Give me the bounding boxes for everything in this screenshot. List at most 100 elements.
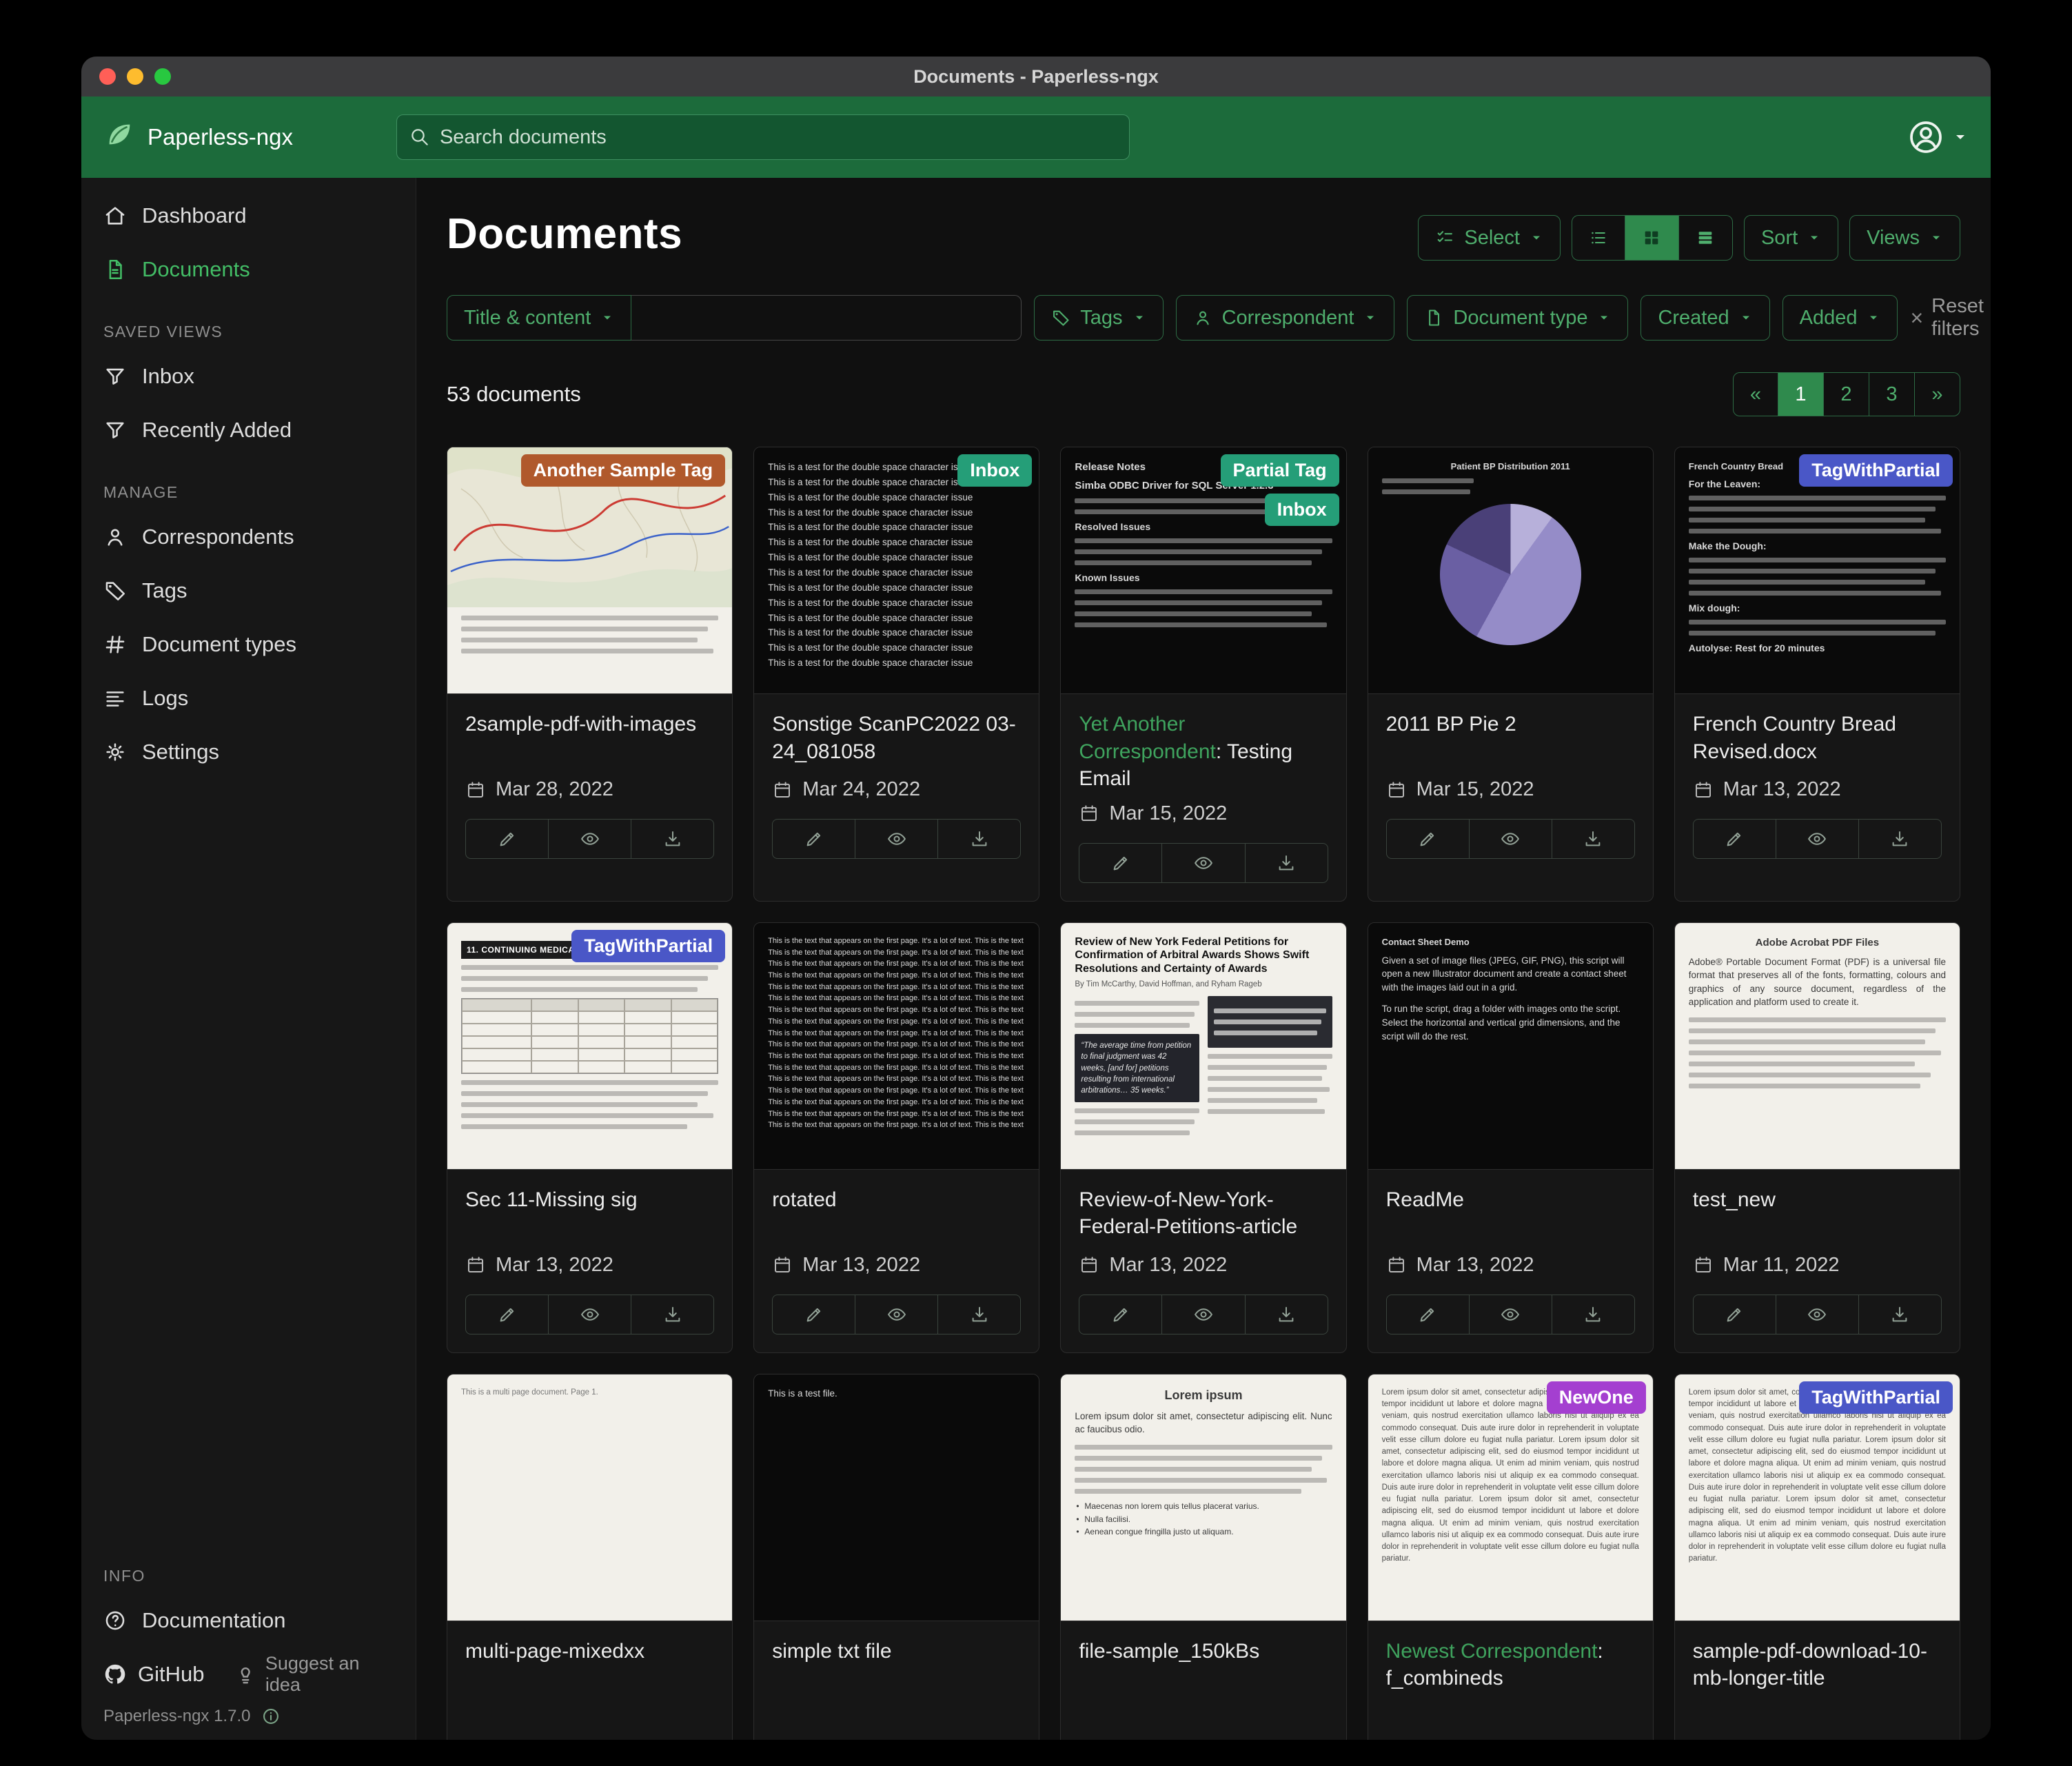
document-card[interactable]: 11. CONTINUING MEDICAL EDUCA TagWithPart… bbox=[447, 922, 733, 1353]
document-title[interactable]: Sec 11-Missing sig bbox=[465, 1186, 714, 1244]
edit-button[interactable] bbox=[772, 1295, 855, 1334]
document-card[interactable]: Lorem ipsum dolor sit amet, consectetur … bbox=[1674, 1374, 1960, 1740]
document-thumbnail[interactable]: Lorem ipsumLorem ipsum dolor sit amet, c… bbox=[1061, 1374, 1345, 1621]
view-button[interactable] bbox=[1470, 1295, 1552, 1334]
document-thumbnail[interactable]: Lorem ipsum dolor sit amet, consectetur … bbox=[1368, 1374, 1653, 1621]
edit-button[interactable] bbox=[1079, 1295, 1162, 1334]
list-view-button[interactable] bbox=[1572, 215, 1625, 261]
close-window-button[interactable] bbox=[99, 68, 116, 85]
document-card[interactable]: This is a test for the double space char… bbox=[753, 447, 1039, 902]
created-filter-button[interactable]: Created bbox=[1641, 295, 1769, 341]
tag-badge[interactable]: Another Sample Tag bbox=[521, 454, 726, 487]
document-title[interactable]: simple txt file bbox=[772, 1638, 1021, 1696]
download-button[interactable] bbox=[1552, 819, 1635, 859]
zoom-window-button[interactable] bbox=[154, 68, 171, 85]
document-thumbnail[interactable]: French Country BreadFor the Leaven:Make … bbox=[1675, 447, 1960, 694]
view-button[interactable] bbox=[549, 1295, 631, 1334]
document-title[interactable]: Review-of-New-York-Federal-Petitions-art… bbox=[1079, 1186, 1328, 1244]
document-card[interactable]: French Country BreadFor the Leaven:Make … bbox=[1674, 447, 1960, 902]
pagination-page-1[interactable]: 1 bbox=[1778, 372, 1824, 416]
added-filter-button[interactable]: Added bbox=[1782, 295, 1898, 341]
download-button[interactable] bbox=[1859, 1295, 1942, 1334]
grid-view-button[interactable] bbox=[1625, 215, 1679, 261]
global-search[interactable] bbox=[396, 114, 1130, 160]
document-title[interactable]: 2011 BP Pie 2 bbox=[1386, 711, 1635, 769]
search-input[interactable] bbox=[440, 126, 1117, 149]
document-title[interactable]: test_new bbox=[1693, 1186, 1942, 1244]
tag-badge[interactable]: TagWithPartial bbox=[1799, 1381, 1953, 1414]
document-title[interactable]: Newest Correspondent: f_combineds bbox=[1386, 1638, 1635, 1696]
tag-badge[interactable]: NewOne bbox=[1547, 1381, 1646, 1414]
user-avatar-icon[interactable] bbox=[1907, 118, 1945, 156]
document-correspondent[interactable]: Yet Another Correspondent bbox=[1079, 713, 1215, 763]
view-button[interactable] bbox=[1162, 1295, 1245, 1334]
document-card[interactable]: Release NotesSimba ODBC Driver for SQL S… bbox=[1060, 447, 1346, 902]
document-title[interactable]: rotated bbox=[772, 1186, 1021, 1244]
correspondent-filter-button[interactable]: Correspondent bbox=[1176, 295, 1395, 341]
document-thumbnail[interactable]: This is a multi page document. Page 1. bbox=[447, 1374, 732, 1621]
view-button[interactable] bbox=[1776, 1295, 1859, 1334]
document-thumbnail[interactable]: Review of New York Federal Petitions for… bbox=[1061, 923, 1345, 1170]
suggest-idea-link[interactable]: Suggest an idea bbox=[234, 1653, 394, 1696]
title-content-dropdown[interactable]: Title & content bbox=[447, 295, 631, 341]
document-title[interactable]: multi-page-mixedxx bbox=[465, 1638, 714, 1696]
document-title[interactable]: Yet Another Correspondent: Testing Email bbox=[1079, 711, 1328, 793]
document-card[interactable]: Another Sample Tag 2sample-pdf-with-imag… bbox=[447, 447, 733, 902]
document-card[interactable]: This is the text that appears on the fir… bbox=[753, 922, 1039, 1353]
document-thumbnail[interactable]: Adobe Acrobat PDF FilesAdobe® Portable D… bbox=[1675, 923, 1960, 1170]
pagination-next-button[interactable]: » bbox=[1915, 372, 1960, 416]
app-brand[interactable]: Paperless-ngx bbox=[103, 119, 293, 156]
document-card[interactable]: Contact Sheet DemoGiven a set of image f… bbox=[1368, 922, 1654, 1353]
document-card[interactable]: Lorem ipsumLorem ipsum dolor sit amet, c… bbox=[1060, 1374, 1346, 1740]
document-thumbnail[interactable]: Patient BP Distribution 2011 bbox=[1368, 447, 1653, 694]
edit-button[interactable] bbox=[1386, 819, 1470, 859]
document-card[interactable]: Patient BP Distribution 2011 2011 BP Pie… bbox=[1368, 447, 1654, 902]
document-title[interactable]: Sonstige ScanPC2022 03-24_081058 bbox=[772, 711, 1021, 769]
sidebar-item-documentation[interactable]: Documentation bbox=[81, 1594, 416, 1647]
large-cards-view-button[interactable] bbox=[1679, 215, 1733, 261]
tags-filter-button[interactable]: Tags bbox=[1034, 295, 1163, 341]
document-card[interactable]: This is a multi page document. Page 1. m… bbox=[447, 1374, 733, 1740]
sidebar-item-tags[interactable]: Tags bbox=[81, 564, 416, 618]
document-card[interactable]: Review of New York Federal Petitions for… bbox=[1060, 922, 1346, 1353]
pagination-page-2[interactable]: 2 bbox=[1824, 372, 1869, 416]
download-button[interactable] bbox=[938, 819, 1021, 859]
tag-badge[interactable]: TagWithPartial bbox=[1799, 454, 1953, 487]
document-thumbnail[interactable]: Lorem ipsum dolor sit amet, consectetur … bbox=[1675, 1374, 1960, 1621]
tag-badge[interactable]: Inbox bbox=[957, 454, 1032, 487]
document-title[interactable]: sample-pdf-download-10-mb-longer-title bbox=[1693, 1638, 1942, 1696]
document-thumbnail[interactable]: 11. CONTINUING MEDICAL EDUCA TagWithPart… bbox=[447, 923, 732, 1170]
view-button[interactable] bbox=[855, 1295, 938, 1334]
edit-button[interactable] bbox=[1386, 1295, 1470, 1334]
download-button[interactable] bbox=[1246, 1295, 1328, 1334]
document-thumbnail[interactable]: This is the text that appears on the fir… bbox=[754, 923, 1039, 1170]
document-card[interactable]: Lorem ipsum dolor sit amet, consectetur … bbox=[1368, 1374, 1654, 1740]
user-menu-caret-icon[interactable] bbox=[1952, 129, 1969, 145]
document-card[interactable]: This is a test file. simple txt file bbox=[753, 1374, 1039, 1740]
download-button[interactable] bbox=[1859, 819, 1942, 859]
user-menu[interactable] bbox=[1907, 118, 1969, 156]
edit-button[interactable] bbox=[1693, 1295, 1776, 1334]
sidebar-item-documents[interactable]: Documents bbox=[81, 243, 416, 296]
pagination-page-3[interactable]: 3 bbox=[1869, 372, 1915, 416]
sidebar-item-document-types[interactable]: Document types bbox=[81, 618, 416, 671]
sidebar-item-correspondents[interactable]: Correspondents bbox=[81, 510, 416, 564]
view-button[interactable] bbox=[855, 819, 938, 859]
download-button[interactable] bbox=[1552, 1295, 1635, 1334]
download-button[interactable] bbox=[938, 1295, 1021, 1334]
sidebar-item-logs[interactable]: Logs bbox=[81, 671, 416, 725]
pagination-prev-button[interactable]: « bbox=[1733, 372, 1778, 416]
sidebar-item-github[interactable]: GitHub bbox=[103, 1662, 204, 1687]
sidebar-item-recently-added[interactable]: Recently Added bbox=[81, 403, 416, 457]
download-button[interactable] bbox=[631, 819, 714, 859]
edit-button[interactable] bbox=[772, 819, 855, 859]
document-thumbnail[interactable]: Another Sample Tag bbox=[447, 447, 732, 694]
sidebar-item-settings[interactable]: Settings bbox=[81, 725, 416, 779]
download-button[interactable] bbox=[1246, 843, 1328, 883]
views-button[interactable]: Views bbox=[1849, 215, 1960, 261]
tag-badge[interactable]: TagWithPartial bbox=[571, 930, 725, 962]
document-thumbnail[interactable]: This is a test for the double space char… bbox=[754, 447, 1039, 694]
edit-button[interactable] bbox=[1079, 843, 1162, 883]
info-circle-icon[interactable] bbox=[261, 1707, 281, 1726]
document-thumbnail[interactable]: Release NotesSimba ODBC Driver for SQL S… bbox=[1061, 447, 1345, 694]
